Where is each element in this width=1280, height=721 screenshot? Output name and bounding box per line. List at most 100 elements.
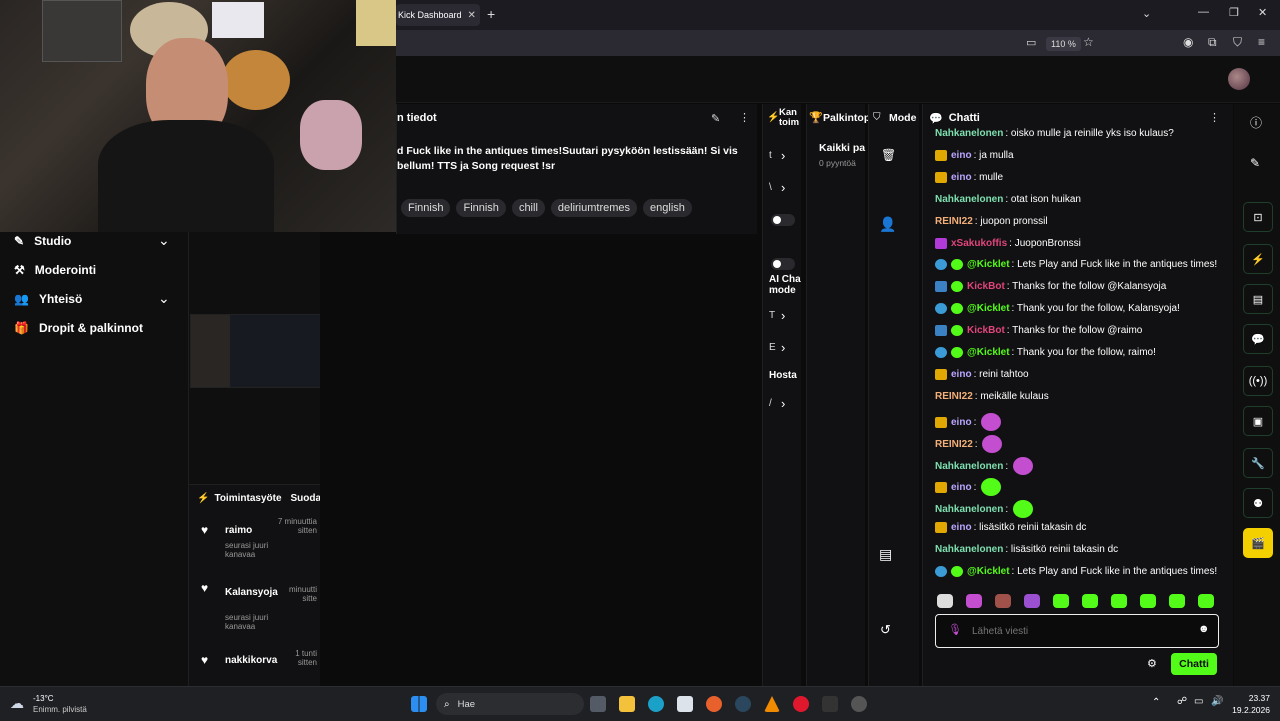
weather-temp[interactable]: -13°C [33,694,54,703]
info-icon[interactable]: ⓘ [1250,114,1262,131]
display-icon[interactable]: ▭ [1194,696,1203,707]
chat-username[interactable]: @Kicklet [967,347,1010,358]
chevron-right-icon[interactable]: › [781,148,785,163]
tray-overflow-icon[interactable]: ⌃ [1152,697,1160,708]
sidebar-item-yhteiso[interactable]: 👥 Yhteisö [14,292,82,306]
pencil-icon[interactable]: ✎ [1250,156,1260,170]
tag-chip[interactable]: chill [511,199,545,217]
taskbar-search[interactable]: ⌕ Hae [436,693,584,715]
chat-username[interactable]: eino [951,369,972,380]
more-options-icon[interactable]: ⋮ [739,111,750,124]
chat-input-box[interactable]: 🎙 ☻ [935,614,1219,648]
volume-icon[interactable]: 🔊 [1211,696,1223,707]
chat-send-button[interactable]: Chatti [1171,653,1217,675]
stats-icon[interactable]: ▤ [879,546,892,563]
user-avatar[interactable] [1228,68,1250,90]
edge-icon[interactable] [648,696,664,712]
rail-button-video[interactable]: ▣ [1243,406,1273,436]
firefox-icon[interactable] [706,696,722,712]
toggle-switch[interactable] [771,214,795,226]
activity-filter-button[interactable]: Suoda [291,493,322,504]
emote-button[interactable] [966,594,982,608]
chevron-right-icon[interactable]: › [781,180,785,195]
emote-button[interactable] [1053,594,1069,608]
steam-icon[interactable] [735,696,751,712]
emote-button[interactable] [1140,594,1156,608]
user-settings-icon[interactable]: 👤 [879,216,896,233]
chat-username[interactable]: KickBot [967,325,1005,336]
chevron-right-icon[interactable]: › [781,308,785,323]
tag-chip[interactable]: deliriumtremes [550,199,638,217]
chat-settings-icon[interactable]: ⚙ [1147,657,1157,670]
minimize-icon[interactable]: — [1198,6,1209,18]
chevron-down-icon[interactable]: ⌄ [158,232,170,248]
activity-user[interactable]: nakkikorva [225,655,277,666]
sidebar-item-studio[interactable]: ✎ Studio [14,234,71,248]
chat-username[interactable]: REINI22 [935,439,973,450]
rail-button-media[interactable]: 🎬 [1243,528,1273,558]
chevron-down-icon[interactable]: ⌄ [158,290,170,306]
rail-button-actions[interactable]: ⚡ [1243,244,1273,274]
emote-button[interactable] [937,594,953,608]
sidebar-item-dropit[interactable]: 🎁 Dropit & palkinnot [14,321,143,335]
emote-button[interactable] [995,594,1011,608]
chat-username[interactable]: @Kicklet [967,259,1010,270]
chat-username[interactable]: eino [951,150,972,161]
obs-icon[interactable] [851,696,867,712]
opera-icon[interactable] [793,696,809,712]
emote-button[interactable] [1198,594,1214,608]
close-window-icon[interactable]: ✕ [1258,6,1267,19]
chat-username[interactable]: @Kicklet [967,566,1010,577]
chat-username[interactable]: Nahkanelonen [935,194,1003,205]
activity-user[interactable]: Kalansyoja [225,587,278,598]
sidebar-item-moderointi[interactable]: ⚒ Moderointi [14,263,96,277]
rail-button-notes[interactable]: ▤ [1243,284,1273,314]
shield-icon[interactable]: ⛉ [1233,35,1242,50]
account-icon[interactable]: ◉ [1183,35,1193,49]
close-tab-icon[interactable]: ✕ [468,10,476,21]
more-options-icon[interactable]: ⋮ [1209,111,1220,124]
chat-username[interactable]: Nahkanelonen [935,504,1003,515]
browser-tab[interactable]: Kick Dashboard ✕ [396,4,480,26]
chat-username[interactable]: REINI22 [935,391,973,402]
emote-button[interactable] [1024,594,1040,608]
rewards-filter[interactable]: Kaikki pa [819,142,865,154]
store-icon[interactable] [677,696,693,712]
microphone-icon[interactable]: 🎙 [948,623,962,636]
maximize-icon[interactable]: ❐ [1229,6,1239,19]
chat-username[interactable]: eino [951,482,972,493]
vlc-icon[interactable] [764,696,780,712]
emote-button[interactable] [1111,594,1127,608]
chevron-right-icon[interactable]: › [781,396,785,411]
bookmark-star-icon[interactable]: ☆ [1083,35,1094,49]
edit-icon[interactable]: ✎ [711,112,720,125]
reader-view-icon[interactable]: ▭ [1026,36,1036,49]
tag-chip[interactable]: Finnish [456,199,506,217]
clock-date[interactable]: 19.2.2026 [1226,705,1270,715]
network-icon[interactable]: ☍ [1177,696,1187,707]
chat-username[interactable]: xSakukoffis [951,238,1007,249]
activity-user[interactable]: raimo [225,525,252,536]
extensions-icon[interactable]: ⧉ [1208,35,1217,50]
chat-username[interactable]: eino [951,417,972,428]
toggle-switch[interactable] [771,258,795,270]
chat-username[interactable]: eino [951,172,972,183]
chat-username[interactable]: eino [951,522,972,533]
chat-username[interactable]: Nahkanelonen [935,461,1003,472]
rail-button-tools[interactable]: 🔧 [1243,448,1273,478]
rail-button-community[interactable]: ⚉ [1243,488,1273,518]
menu-icon[interactable]: ≡ [1258,35,1265,49]
tag-chip[interactable]: Finnish [401,199,451,217]
clock-time[interactable]: 23.37 [1234,693,1270,703]
chat-username[interactable]: REINI22 [935,216,973,227]
task-view-icon[interactable] [590,696,606,712]
zoom-level[interactable]: 110 % [1046,37,1081,51]
new-tab-icon[interactable]: + [487,6,495,22]
rail-button-broadcast[interactable]: ((•)) [1243,366,1273,396]
trash-icon[interactable]: 🗑 [881,148,896,162]
chat-username[interactable]: Nahkanelonen [935,544,1003,555]
chat-message-input[interactable] [970,622,1184,640]
windows-start-icon[interactable] [411,696,427,712]
chat-username[interactable]: Nahkanelonen [935,128,1003,139]
terminal-icon[interactable] [822,696,838,712]
